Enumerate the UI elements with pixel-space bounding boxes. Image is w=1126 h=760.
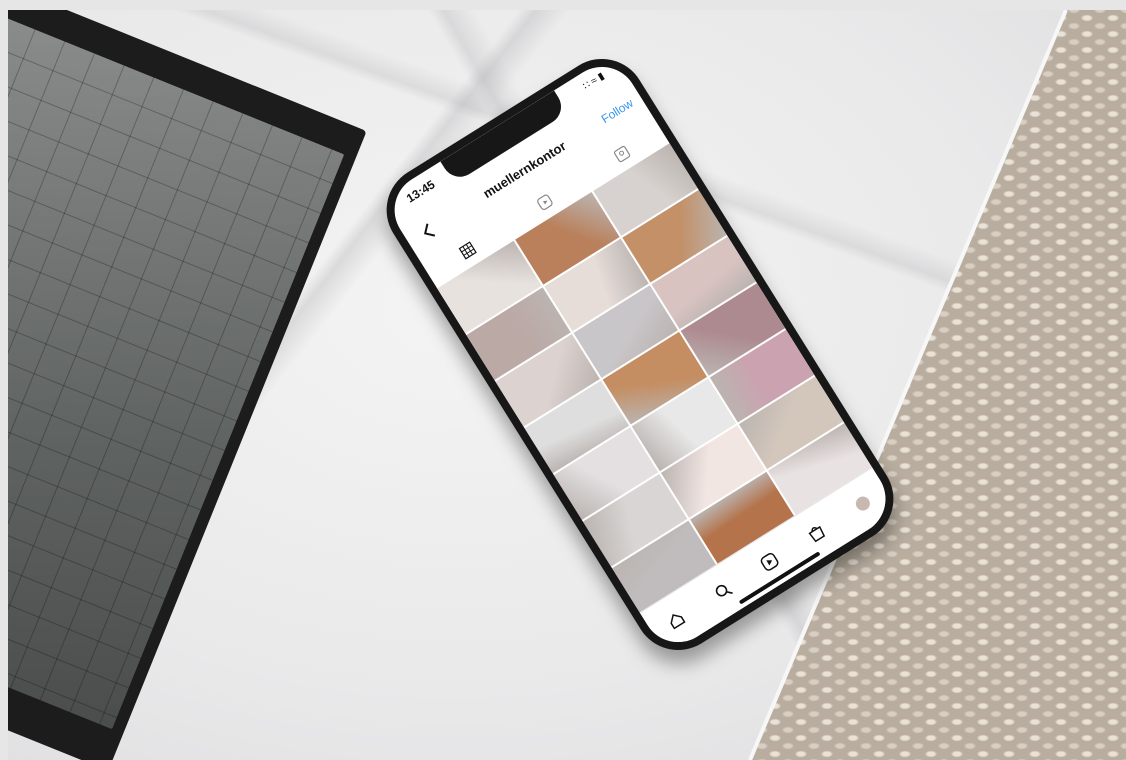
nav-reels[interactable] xyxy=(756,548,784,576)
photo-scene: 13:45 ∷ ≈ ▮ muellernkontor Follow xyxy=(8,10,1126,760)
nav-shop[interactable] xyxy=(802,519,830,547)
nav-search[interactable] xyxy=(709,577,737,605)
grid-icon xyxy=(458,241,477,260)
status-time: 13:45 xyxy=(403,177,438,206)
reels-icon xyxy=(537,194,553,211)
profile-icon xyxy=(855,496,870,511)
shop-icon xyxy=(808,526,825,543)
nav-home[interactable] xyxy=(663,606,691,634)
search-icon xyxy=(715,584,733,597)
reels-nav-icon xyxy=(760,552,779,571)
follow-button[interactable]: Follow xyxy=(599,96,636,126)
status-icons: ∷ ≈ ▮ xyxy=(581,70,607,93)
nav-profile[interactable] xyxy=(849,490,877,518)
home-icon xyxy=(670,613,686,630)
tagged-icon xyxy=(614,145,631,162)
